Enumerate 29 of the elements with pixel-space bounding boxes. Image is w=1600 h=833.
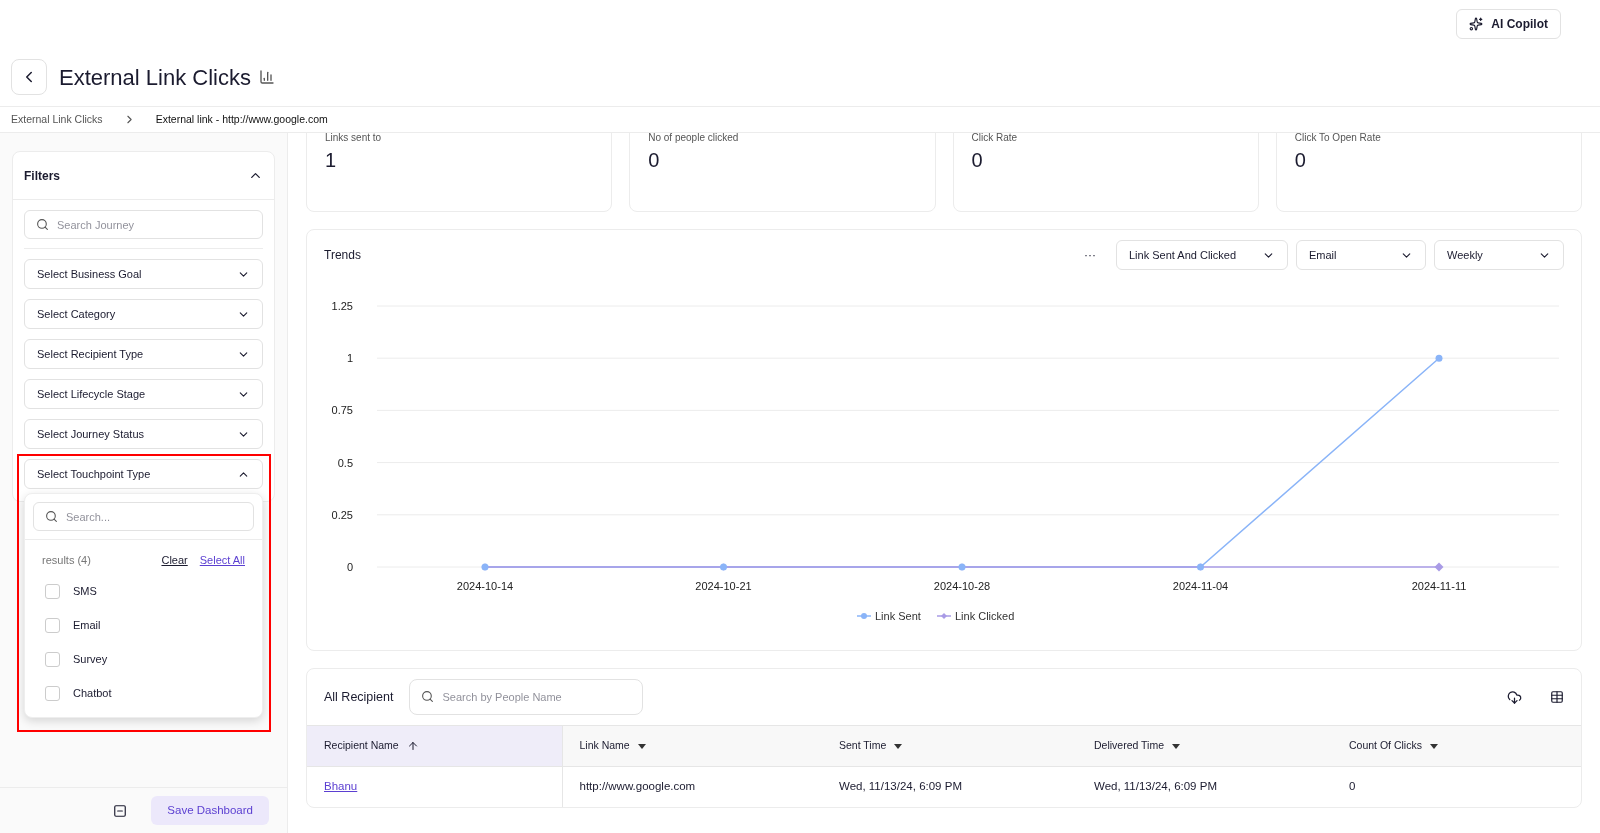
breadcrumb-item: External link - http://www.google.com [155, 111, 328, 127]
stat-value: 0 [971, 148, 984, 173]
stat-value: 1 [325, 148, 338, 173]
trends-title: Trends [324, 247, 362, 264]
stat-label: No of people clicked [648, 133, 740, 145]
table-cell: http://www.google.com [562, 766, 822, 807]
x-tick-label: 2024-11-11 [1411, 580, 1467, 592]
table-cell: Wed, 11/13/24, 6:09 PM [1077, 766, 1332, 807]
y-tick-label: 0 [346, 561, 353, 573]
results-count: results (4) [42, 553, 92, 568]
y-tick-label: 0.25 [331, 508, 353, 521]
y-tick-label: 1 [346, 352, 353, 365]
stat-label: Click To Open Rate [1294, 133, 1382, 145]
stat-value: 0 [648, 148, 661, 173]
stat-value: 0 [1294, 148, 1307, 173]
table-cell: Wed, 11/13/24, 6:09 PM [822, 766, 1077, 807]
table-cell: 0 [1332, 766, 1581, 807]
x-tick-label: 2024-11-04 [1172, 580, 1229, 592]
x-tick-label: 2024-10-14 [456, 580, 514, 592]
x-tick-label: 2024-10-21 [695, 580, 752, 592]
filters-title: Filters [24, 167, 60, 185]
y-tick-label: 0.75 [331, 404, 353, 417]
y-tick-label: 1.25 [331, 300, 353, 312]
page-title: External Link Clicks [59, 63, 251, 92]
y-tick-label: 0.5 [337, 456, 353, 469]
stat-label: Links sent to [325, 133, 383, 145]
table-title: All Recipient [324, 688, 394, 706]
stat-label: Click Rate [971, 133, 1019, 145]
x-tick-label: 2024-10-28 [933, 580, 991, 592]
